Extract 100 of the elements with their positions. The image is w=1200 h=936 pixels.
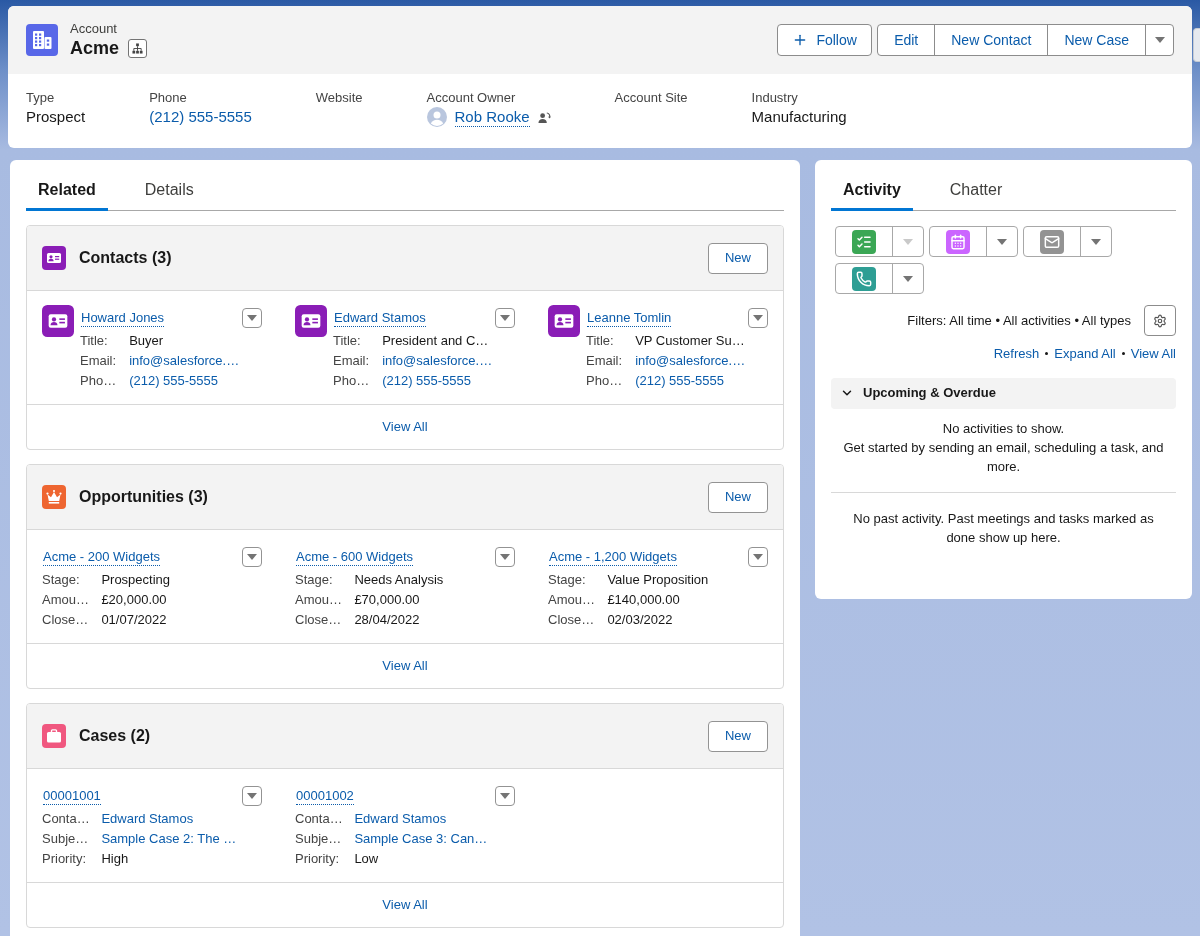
- field-label: Close…: [42, 611, 90, 630]
- action-button[interactable]: Edit: [878, 25, 935, 55]
- hierarchy-button[interactable]: [128, 38, 148, 58]
- row-menu-button[interactable]: [748, 547, 768, 567]
- field-link[interactable]: Edward Stamos: [101, 809, 194, 829]
- record-link[interactable]: Edward Stamos: [334, 309, 426, 327]
- card-title: Cases (2): [79, 726, 151, 746]
- field-label: Stage:: [42, 571, 81, 590]
- empty-message: Get started by sending an email, scheduling a task, and more.: [842, 438, 1165, 476]
- field-value: 28/04/2022: [354, 611, 420, 630]
- field-value: 02/03/2022: [607, 611, 673, 630]
- tab[interactable]: Details: [132, 171, 206, 211]
- field-link[interactable]: info@salesforce.…: [129, 351, 240, 371]
- record-link[interactable]: Acme - 600 Widgets: [296, 548, 414, 566]
- field-label: Close…: [548, 611, 596, 630]
- field-label: Pho…: [586, 372, 624, 391]
- record-link[interactable]: Acme - 1,200 Widgets: [549, 548, 677, 566]
- contact-card-icon: [295, 305, 327, 337]
- view-all-link[interactable]: View All: [382, 895, 428, 915]
- activity-link[interactable]: View All: [1130, 344, 1176, 364]
- caret-icon: [753, 554, 763, 560]
- field-label: Email:: [586, 352, 624, 371]
- field-label: Amou…: [42, 591, 90, 610]
- caret-icon: [500, 554, 510, 560]
- field-link[interactable]: Edward Stamos: [354, 809, 447, 829]
- field-label: Website: [315, 89, 363, 107]
- field-label: Title:: [333, 332, 362, 351]
- caret-icon: [247, 315, 257, 321]
- field-value: Buyer: [129, 332, 164, 351]
- row-menu-button[interactable]: [748, 308, 768, 328]
- field-value: Needs Analysis: [354, 571, 444, 590]
- phone-link[interactable]: (212) 555-5555: [149, 107, 252, 127]
- record-link[interactable]: 00001002: [296, 787, 354, 805]
- new-button[interactable]: New: [708, 242, 768, 274]
- new-button[interactable]: New: [708, 481, 768, 513]
- avatar-icon: [426, 107, 447, 127]
- caret-icon: [500, 793, 510, 799]
- tab[interactable]: Activity: [831, 171, 913, 211]
- row-menu-button[interactable]: [242, 786, 262, 806]
- building-icon: [26, 24, 58, 56]
- row-menu-button[interactable]: [242, 547, 262, 567]
- past-activity-message: No past activity. Past meetings and tasks marked as done show up here.: [852, 509, 1155, 547]
- field-link[interactable]: (212) 555-5555: [129, 371, 219, 391]
- activity-link[interactable]: Expand All: [1054, 344, 1116, 364]
- row-menu-button[interactable]: [495, 547, 515, 567]
- activity-link[interactable]: Refresh: [993, 344, 1040, 364]
- empty-message: No activities to show.: [942, 419, 1065, 438]
- field-link[interactable]: Sample Case 2: The …: [101, 829, 237, 849]
- record-title: Acme: [70, 37, 120, 59]
- field-link[interactable]: info@salesforce.…: [635, 351, 746, 371]
- settings-icon: [1153, 313, 1167, 328]
- field-label: Email:: [333, 352, 371, 371]
- tab[interactable]: Chatter: [937, 171, 1015, 211]
- record-link[interactable]: 00001001: [43, 787, 101, 805]
- caret-icon: [1091, 238, 1101, 245]
- follow-button[interactable]: Follow: [777, 24, 873, 56]
- tab[interactable]: Related: [26, 171, 108, 211]
- row-menu-button[interactable]: [495, 786, 515, 806]
- record-link[interactable]: Howard Jones: [81, 309, 165, 327]
- field-value: Prospect: [26, 107, 86, 127]
- person-arrow-icon[interactable]: [537, 110, 551, 124]
- field-label: Account Owner: [426, 89, 517, 107]
- caret-icon: [247, 554, 257, 560]
- owner-link[interactable]: Rob Rooke: [454, 107, 530, 127]
- field-label: Phone: [149, 89, 188, 107]
- field-value: High: [101, 850, 129, 869]
- field-label: Close…: [295, 611, 343, 630]
- field-label: Stage:: [295, 571, 334, 590]
- field-link[interactable]: (212) 555-5555: [382, 371, 472, 391]
- view-all-link[interactable]: View All: [382, 417, 428, 437]
- field-value: £140,000.00: [607, 591, 680, 610]
- field-label: Pho…: [80, 372, 118, 391]
- field-label: Industry: [751, 89, 799, 107]
- field-label: Pho…: [333, 372, 371, 391]
- field-label: Stage:: [548, 571, 587, 590]
- row-menu-button[interactable]: [242, 308, 262, 328]
- caret-icon: [247, 793, 257, 799]
- settings-button[interactable]: [1144, 305, 1176, 336]
- action-button[interactable]: New Contact: [934, 25, 1048, 55]
- field-link[interactable]: (212) 555-5555: [635, 371, 725, 391]
- filters-text: Filters: All time • All activities • All types: [907, 311, 1131, 330]
- section-header[interactable]: Upcoming & Overdue: [831, 377, 1176, 409]
- record-link[interactable]: Acme - 200 Widgets: [43, 548, 161, 566]
- view-all-link[interactable]: View All: [382, 656, 428, 676]
- field-label: Conta…: [295, 810, 344, 829]
- row-menu-button[interactable]: [495, 308, 515, 328]
- new-button[interactable]: New: [708, 720, 768, 752]
- field-link[interactable]: Sample Case 3: Can…: [354, 829, 488, 849]
- action-button[interactable]: New Case: [1047, 25, 1145, 55]
- contact-card-icon: [548, 305, 580, 337]
- field-value: £70,000.00: [354, 591, 420, 610]
- field-label: Subje…: [295, 830, 343, 849]
- field-link[interactable]: info@salesforce.…: [382, 351, 493, 371]
- field-label: Type: [26, 89, 56, 107]
- field-value: Manufacturing: [751, 107, 847, 127]
- calendar-icon: [946, 229, 970, 254]
- record-link[interactable]: Leanne Tomlin: [587, 309, 672, 327]
- crown-icon: [42, 485, 66, 509]
- contact-card-icon: [42, 246, 66, 270]
- contact-card-icon: [42, 305, 74, 337]
